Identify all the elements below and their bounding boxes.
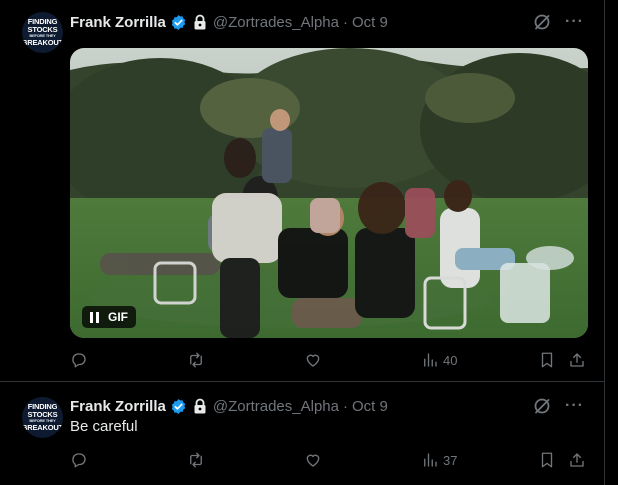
like-icon bbox=[306, 354, 320, 367]
like-button[interactable] bbox=[304, 450, 322, 470]
gif-badge[interactable]: GIF bbox=[82, 306, 136, 328]
author-name[interactable]: Frank Zorrilla bbox=[70, 14, 166, 31]
views-count: 40 bbox=[443, 352, 458, 368]
share-button[interactable] bbox=[568, 350, 586, 370]
tweet-text: Be careful bbox=[70, 418, 138, 435]
tweet-header: Frank Zorrilla @Zortrades_Alpha · Oct 9 … bbox=[70, 12, 584, 32]
timestamp[interactable]: Oct 9 bbox=[352, 14, 388, 31]
share-button[interactable] bbox=[568, 450, 586, 470]
tweet[interactable]: FINDING STOCKS BEFORE THEY BREAKOUT Fran… bbox=[0, 0, 604, 382]
views-button[interactable]: 40 bbox=[421, 350, 457, 370]
bookmark-button[interactable] bbox=[538, 450, 556, 470]
avatar[interactable]: FINDING STOCKS BEFORE THEY BREAKOUT bbox=[22, 397, 63, 438]
share-icon bbox=[570, 453, 584, 467]
avatar-text: STOCKS bbox=[27, 409, 58, 419]
views-count: 37 bbox=[443, 452, 458, 468]
reply-icon bbox=[72, 353, 86, 368]
gif-label: GIF bbox=[108, 310, 128, 324]
views-icon bbox=[424, 453, 437, 467]
like-button[interactable] bbox=[304, 350, 322, 370]
author-handle[interactable]: @Zortrades_Alpha bbox=[213, 398, 339, 415]
lock-icon bbox=[194, 14, 206, 30]
avatar-text: STOCKS bbox=[27, 24, 58, 34]
grok-icon[interactable] bbox=[533, 397, 551, 415]
avatar[interactable]: FINDING STOCKS BEFORE THEY BREAKOUT bbox=[22, 12, 63, 53]
bookmark-icon bbox=[541, 352, 553, 368]
bookmark-button[interactable] bbox=[538, 350, 556, 370]
verified-badge-icon bbox=[171, 398, 186, 414]
separator: · bbox=[342, 397, 348, 415]
gif-frame bbox=[70, 48, 588, 338]
bookmark-icon bbox=[541, 452, 553, 468]
tweet-header: Frank Zorrilla @Zortrades_Alpha · Oct 9 … bbox=[70, 396, 584, 416]
grok-icon[interactable] bbox=[533, 13, 551, 31]
tweet[interactable]: FINDING STOCKS BEFORE THEY BREAKOUT Fran… bbox=[0, 382, 604, 485]
tweet-actions: 40 bbox=[70, 350, 590, 370]
verified-badge-icon bbox=[171, 14, 186, 30]
retweet-icon bbox=[190, 452, 202, 468]
author-name[interactable]: Frank Zorrilla bbox=[70, 398, 166, 415]
tweet-media-gif[interactable]: GIF bbox=[70, 48, 588, 338]
views-icon bbox=[424, 353, 437, 367]
timeline: FINDING STOCKS BEFORE THEY BREAKOUT Fran… bbox=[0, 0, 605, 485]
separator: · bbox=[342, 13, 348, 31]
more-icon[interactable]: ··· bbox=[565, 397, 584, 415]
lock-icon bbox=[194, 398, 206, 414]
like-icon bbox=[306, 454, 320, 467]
tweet-actions: 37 bbox=[70, 450, 590, 470]
pause-icon bbox=[90, 311, 99, 323]
share-icon bbox=[570, 353, 584, 367]
more-icon[interactable]: ··· bbox=[565, 13, 584, 31]
reply-icon bbox=[72, 453, 86, 468]
views-button[interactable]: 37 bbox=[421, 450, 457, 470]
reply-button[interactable] bbox=[70, 350, 88, 370]
avatar-text: BREAKOUT bbox=[22, 38, 63, 48]
timestamp[interactable]: Oct 9 bbox=[352, 398, 388, 415]
reply-button[interactable] bbox=[70, 450, 88, 470]
author-handle[interactable]: @Zortrades_Alpha bbox=[213, 14, 339, 31]
retweet-icon bbox=[190, 352, 202, 368]
retweet-button[interactable] bbox=[187, 350, 205, 370]
retweet-button[interactable] bbox=[187, 450, 205, 470]
avatar-text: BREAKOUT bbox=[22, 423, 63, 433]
